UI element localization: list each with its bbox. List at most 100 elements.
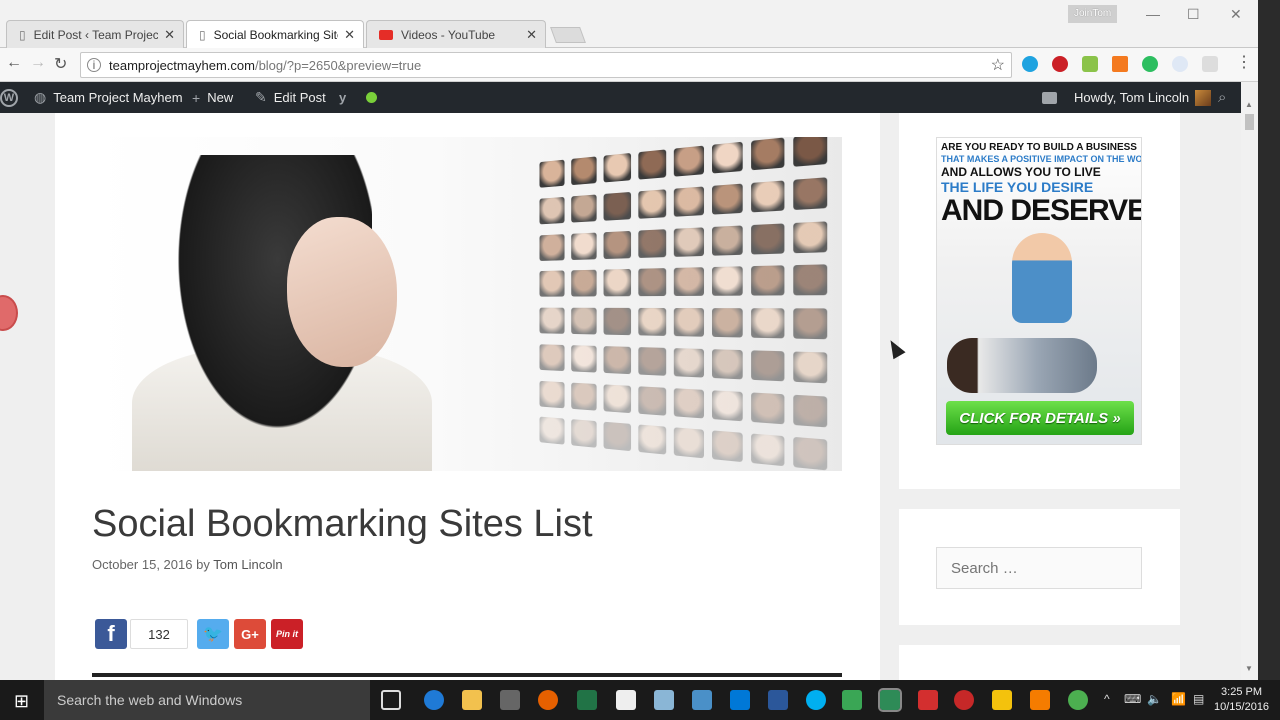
sticky-notes-icon[interactable] (992, 690, 1012, 710)
portrait-grid (532, 137, 839, 471)
twitter-share-button[interactable]: 🐦 (197, 619, 229, 649)
tab-edit-post[interactable]: ▯ Edit Post ‹ Team Project ✕ (6, 20, 184, 48)
ad-line-3: AND ALLOWS YOU TO LIVE (941, 165, 1101, 179)
close-icon[interactable]: ✕ (164, 27, 175, 43)
notifications-icon[interactable]: ▤ (1193, 692, 1204, 706)
windows-start-icon[interactable]: ⊞ (14, 691, 29, 712)
portrait-thumbnail (673, 186, 704, 217)
app-icon[interactable] (954, 690, 974, 710)
edit-post-link[interactable]: ✎ Edit Post (255, 82, 326, 113)
portrait-thumbnail (673, 427, 704, 459)
taskbar-search-box[interactable]: Search the web and Windows (44, 680, 370, 720)
avatar (1195, 89, 1212, 106)
input-method-icon[interactable]: ⌨ (1124, 692, 1141, 706)
close-icon[interactable]: ✕ (344, 27, 355, 43)
pinterest-extension-icon[interactable] (1052, 56, 1068, 72)
portrait-thumbnail (792, 394, 828, 427)
skype-extension-icon[interactable] (1022, 56, 1038, 72)
ad-banner[interactable]: ARE YOU READY TO BUILD A BUSINESS THAT M… (936, 137, 1142, 445)
info-icon[interactable]: i (87, 58, 101, 72)
facebook-share-button[interactable]: f (95, 619, 127, 649)
app-p-icon[interactable] (616, 690, 636, 710)
reload-icon[interactable]: ↻ (54, 54, 67, 74)
camtasia-recorder-icon[interactable] (878, 688, 902, 712)
portrait-thumbnail (603, 307, 631, 336)
firefox-icon[interactable] (538, 690, 558, 710)
post-date[interactable]: October 15, 2016 (92, 557, 192, 572)
tab-youtube[interactable]: Videos - YouTube ✕ (366, 20, 546, 48)
taskbar-clock[interactable]: 3:25 PM 10/15/2016 (1214, 685, 1269, 715)
skype-icon[interactable] (806, 690, 826, 710)
task-view-icon[interactable] (381, 690, 401, 710)
portrait-thumbnail (792, 264, 828, 296)
volume-icon[interactable]: 🔈 (1147, 692, 1162, 706)
portrait-thumbnail (637, 385, 667, 416)
post-title: Social Bookmarking Sites List (92, 503, 593, 545)
portrait-thumbnail (751, 137, 784, 171)
app-icon[interactable] (730, 690, 750, 710)
tab-social-bookmarking[interactable]: ▯ Social Bookmarking Sites ✕ (186, 20, 364, 49)
pinterest-share-button[interactable]: Pin it (271, 619, 303, 649)
ad-line-2: THAT MAKES A POSITIVE IMPACT ON THE WORL… (941, 154, 1142, 164)
close-window-icon[interactable]: ✕ (1230, 6, 1242, 23)
post-author[interactable]: Tom Lincoln (213, 557, 282, 572)
sidebar-search-input[interactable] (936, 547, 1142, 589)
page-icon: ▯ (19, 27, 26, 42)
floating-share-button[interactable] (0, 295, 18, 331)
edge-browser-icon[interactable] (424, 690, 444, 710)
google-plus-share-button[interactable]: G+ (234, 619, 266, 649)
chevron-up-icon[interactable]: ^ (1104, 692, 1110, 706)
my-account-link[interactable]: Howdy, Tom Lincoln (1074, 82, 1212, 113)
new-tab-button[interactable] (550, 27, 586, 43)
wordpress-logo-icon[interactable]: W (0, 82, 18, 113)
excel-icon[interactable] (577, 690, 597, 710)
comments-icon[interactable] (1042, 82, 1057, 113)
maximize-icon[interactable]: ☐ (1187, 6, 1200, 23)
menu-icon[interactable]: ⋮ (1236, 52, 1252, 72)
portrait-thumbnail (539, 307, 565, 334)
network-icon[interactable]: 📶 (1171, 692, 1186, 706)
app-icon[interactable] (692, 690, 712, 710)
window-user-badge[interactable]: JoinTom (1068, 5, 1118, 23)
extension-icon[interactable] (1082, 56, 1098, 72)
portrait-thumbnail (603, 230, 631, 259)
sidebar-widget (899, 645, 1180, 680)
new-content-link[interactable]: + New (192, 82, 233, 113)
word-icon[interactable] (768, 690, 788, 710)
site-name-link[interactable]: ◍ Team Project Mayhem (34, 82, 183, 113)
evernote-extension-icon[interactable] (1142, 56, 1158, 72)
scroll-thumb[interactable] (1245, 114, 1254, 130)
portrait-thumbnail (637, 346, 667, 376)
scroll-down-icon[interactable]: ▼ (1245, 664, 1253, 673)
back-icon[interactable]: ← (6, 54, 22, 72)
forward-icon[interactable]: → (30, 54, 46, 72)
search-icon[interactable]: ⌕ (1218, 82, 1226, 113)
store-icon[interactable] (500, 690, 520, 710)
twitter-icon: 🐦 (203, 626, 223, 643)
acrobat-icon[interactable] (918, 690, 938, 710)
portrait-thumbnail (711, 224, 743, 256)
page-scrollbar[interactable]: ▲ ▼ (1241, 82, 1258, 680)
minimize-icon[interactable]: — (1146, 6, 1160, 22)
camera-extension-icon[interactable] (1202, 56, 1218, 72)
extension-icon[interactable] (1172, 56, 1188, 72)
ad-click-for-details-button[interactable]: CLICK FOR DETAILS » (946, 401, 1134, 435)
yoast-seo-icon[interactable]: y (339, 82, 346, 113)
app-icon[interactable] (654, 690, 674, 710)
scroll-up-icon[interactable]: ▲ (1245, 100, 1253, 109)
chrome-icon[interactable] (1068, 690, 1088, 710)
greeting-label: Howdy, Tom Lincoln (1074, 90, 1190, 105)
camtasia-icon[interactable] (842, 690, 862, 710)
tab-title: Social Bookmarking Sites (213, 28, 339, 42)
address-bar[interactable]: i teamprojectmayhem.com/blog/?p=2650&pre… (80, 52, 1012, 78)
file-explorer-icon[interactable] (462, 690, 482, 710)
wp-admin-bar: W ◍ Team Project Mayhem + New ✎ Edit Pos… (0, 82, 1258, 113)
sidebar-search-widget (899, 509, 1180, 625)
pinterest-icon: Pin it (276, 629, 298, 639)
analytics-extension-icon[interactable] (1112, 56, 1128, 72)
close-icon[interactable]: ✕ (526, 27, 537, 43)
portrait-thumbnail (603, 345, 631, 374)
app-icon[interactable] (1030, 690, 1050, 710)
portrait-thumbnail (673, 145, 704, 177)
bookmark-star-icon[interactable]: ☆ (991, 55, 1005, 75)
